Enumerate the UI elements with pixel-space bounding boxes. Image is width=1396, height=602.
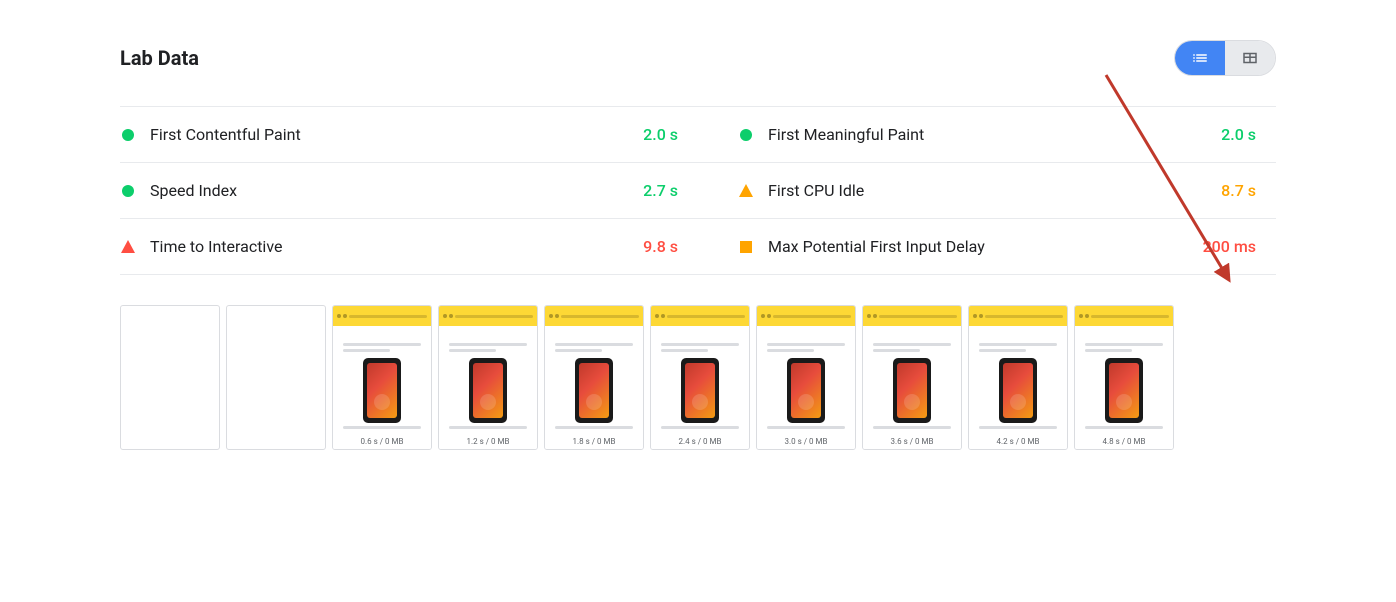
filmstrip-frame: 0.6 s / 0 MB [332,305,432,450]
metric-first-cpu-idle: First CPU Idle 8.7 s [698,163,1276,219]
metric-value: 2.0 s [1221,125,1256,144]
grid-icon [1241,49,1259,67]
filmstrip-frame: 1.2 s / 0 MB [438,305,538,450]
red-triangle-icon [120,239,136,255]
metric-value: 2.0 s [643,125,678,144]
lab-data-title: Lab Data [120,46,199,70]
metric-value: 2.7 s [643,181,678,200]
metrics-grid: First Contentful Paint 2.0 s First Meani… [120,106,1276,275]
filmstrip-frame: 3.6 s / 0 MB [862,305,962,450]
filmstrip-frame: 4.2 s / 0 MB [968,305,1068,450]
metric-value: 200 ms [1203,237,1256,256]
metric-name: Speed Index [150,181,643,200]
metric-name: First Contentful Paint [150,125,643,144]
filmstrip-frame: 4.8 s / 0 MB [1074,305,1174,450]
filmstrip-frame: 1.8 s / 0 MB [544,305,644,450]
metric-name: Time to Interactive [150,237,643,256]
green-circle-icon [120,127,136,143]
header-row: Lab Data [120,40,1276,76]
metric-first-contentful-paint: First Contentful Paint 2.0 s [120,107,698,163]
green-circle-icon-3 [120,183,136,199]
metric-time-to-interactive: Time to Interactive 9.8 s [120,219,698,275]
view-toggle [1174,40,1276,76]
page-container: Lab Data [0,0,1396,494]
metric-value: 9.8 s [643,237,678,256]
filmstrip: 0.6 s / 0 MB [120,305,1276,454]
filmstrip-frame [120,305,220,450]
list-icon [1191,49,1209,67]
metric-name: Max Potential First Input Delay [768,237,1203,256]
filmstrip-frame: 2.4 s / 0 MB [650,305,750,450]
filmstrip-frame: 3.0 s / 0 MB [756,305,856,450]
green-circle-icon-2 [738,127,754,143]
list-view-button[interactable] [1175,41,1225,75]
orange-triangle-icon [738,183,754,199]
grid-view-button[interactable] [1225,41,1275,75]
metric-name: First Meaningful Paint [768,125,1221,144]
filmstrip-frame [226,305,326,450]
metric-max-potential-fid: Max Potential First Input Delay 200 ms [698,219,1276,275]
orange-square-icon [738,239,754,255]
metric-name: First CPU Idle [768,181,1221,200]
metric-speed-index: Speed Index 2.7 s [120,163,698,219]
metric-value: 8.7 s [1221,181,1256,200]
metric-first-meaningful-paint: First Meaningful Paint 2.0 s [698,107,1276,163]
